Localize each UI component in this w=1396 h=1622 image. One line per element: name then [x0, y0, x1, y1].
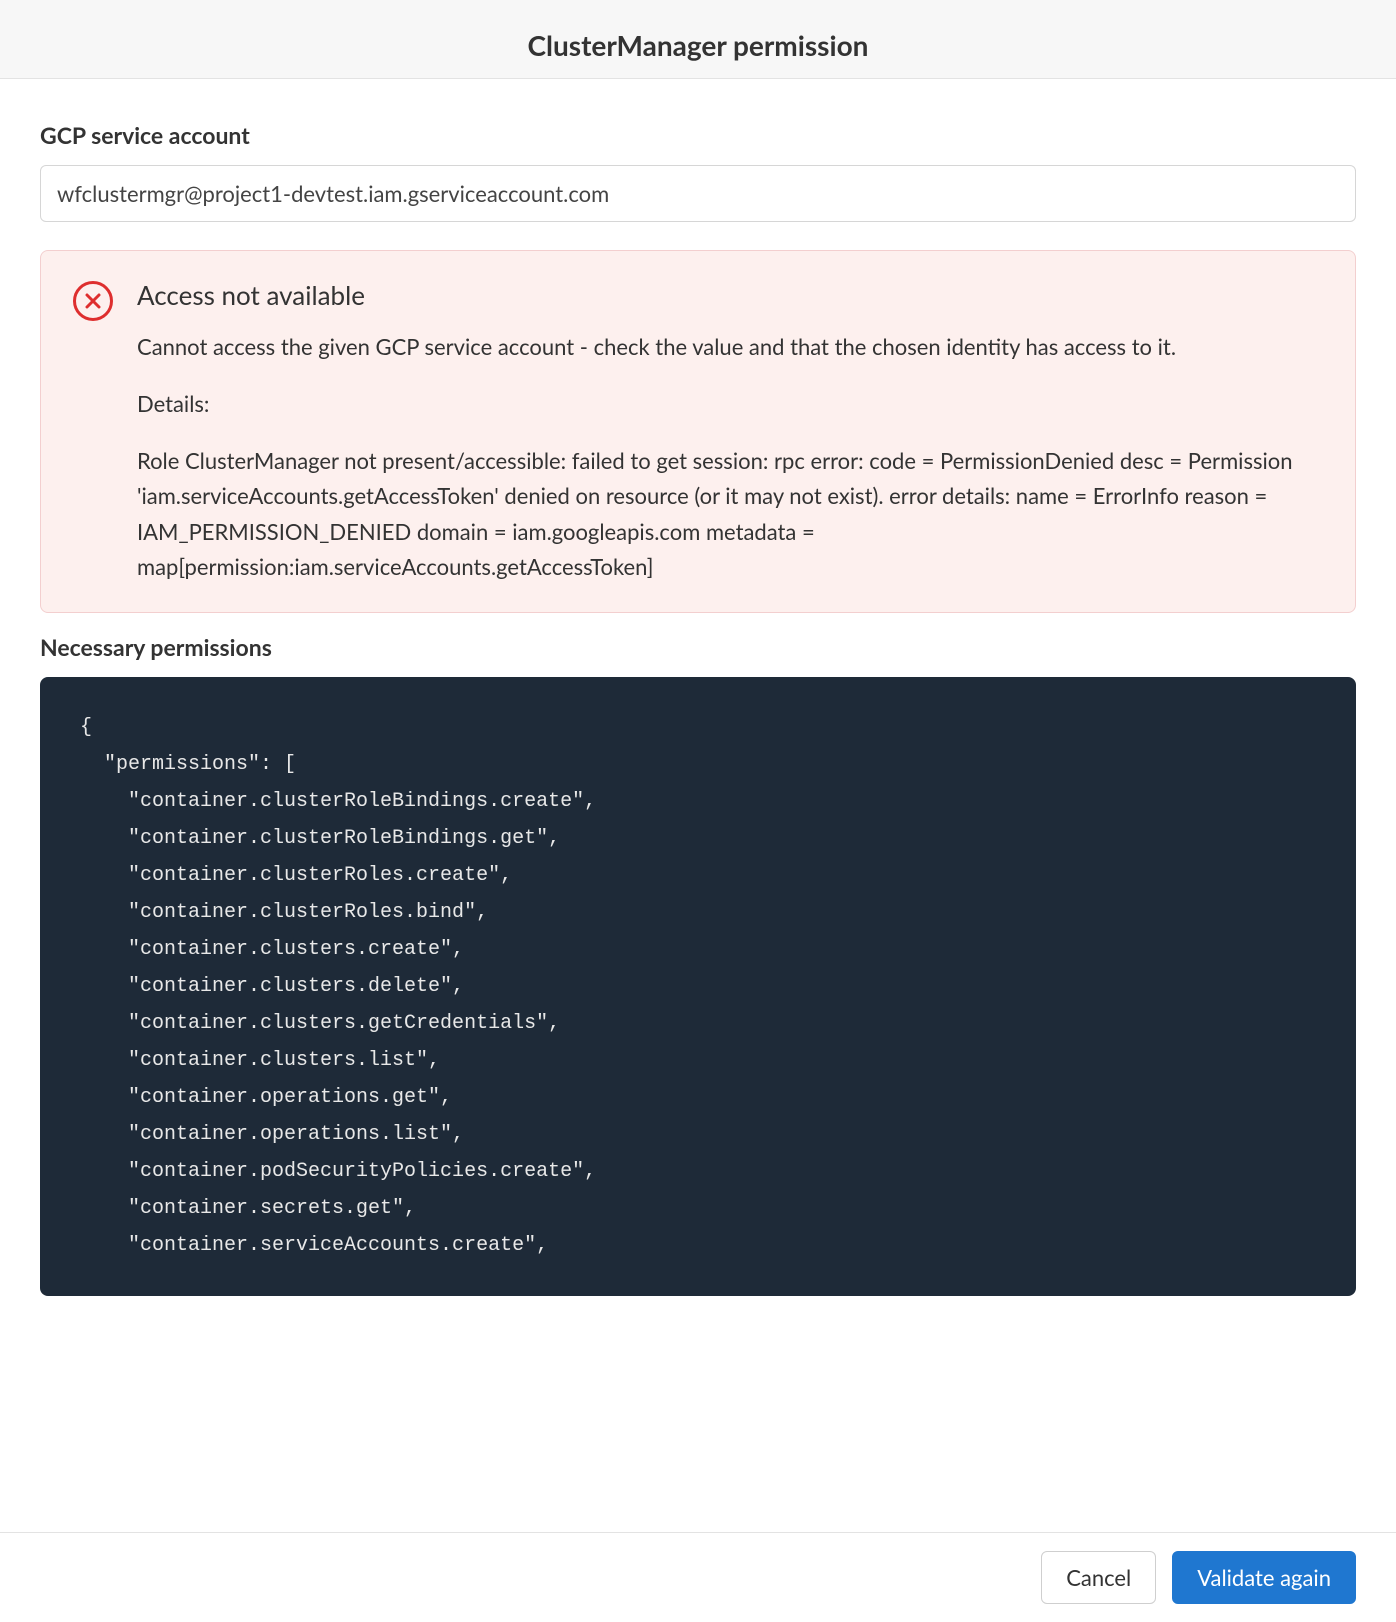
dialog-header: ClusterManager permission [0, 0, 1396, 79]
dialog-title: ClusterManager permission [0, 28, 1396, 62]
error-icon [73, 281, 113, 321]
cancel-button[interactable]: Cancel [1041, 1551, 1156, 1604]
error-body: Access not available Cannot access the g… [137, 279, 1323, 584]
validate-again-button[interactable]: Validate again [1172, 1551, 1356, 1604]
service-account-label: GCP service account [40, 121, 1356, 149]
error-details: Role ClusterManager not present/accessib… [137, 443, 1323, 584]
service-account-input[interactable] [40, 165, 1356, 222]
dialog-footer: Cancel Validate again [0, 1532, 1396, 1622]
error-alert: Access not available Cannot access the g… [40, 250, 1356, 613]
error-message: Cannot access the given GCP service acco… [137, 329, 1323, 364]
permissions-code-block: { "permissions": [ "container.clusterRol… [40, 677, 1356, 1296]
dialog-content: GCP service account Access not available… [0, 79, 1396, 1532]
error-title: Access not available [137, 279, 1323, 311]
permissions-label: Necessary permissions [40, 633, 1356, 661]
error-details-label: Details: [137, 390, 1323, 417]
